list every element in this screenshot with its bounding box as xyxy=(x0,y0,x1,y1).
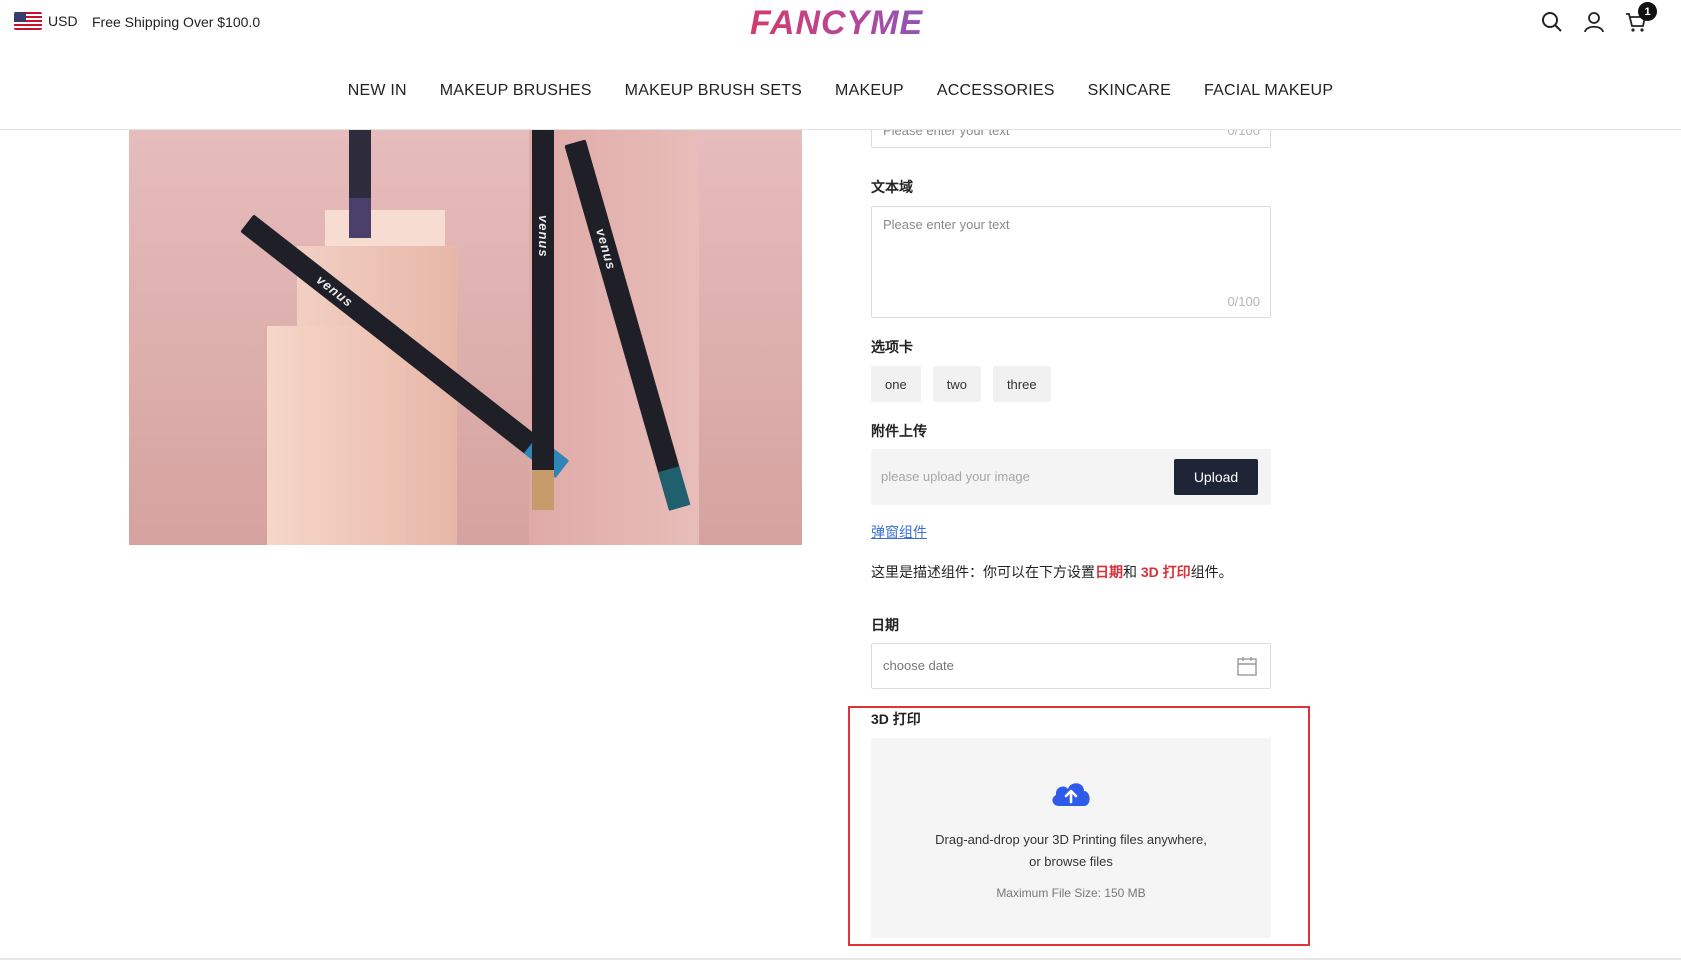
currency-label: USD xyxy=(48,13,78,29)
tabs-label: 选项卡 xyxy=(871,339,913,355)
search-icon[interactable] xyxy=(1540,10,1564,34)
pencil-cap xyxy=(349,198,371,238)
description-prefix: 这里是描述组件：你可以在下方设置 xyxy=(871,564,1095,580)
tab-two[interactable]: two xyxy=(932,366,981,402)
header-icons: 1 xyxy=(1540,2,1657,34)
date-placeholder: choose date xyxy=(883,658,954,673)
description-mid: 和 xyxy=(1123,564,1141,580)
pencil-cap xyxy=(532,470,554,510)
upload-label: 附件上传 xyxy=(871,423,927,439)
tab-one[interactable]: one xyxy=(871,366,921,402)
image-upload-field[interactable]: please upload your image Upload xyxy=(871,449,1271,505)
product-image[interactable]: venus venus venus xyxy=(129,130,802,545)
upload-placeholder: please upload your image xyxy=(881,469,1030,484)
main-nav: NEW IN MAKEUP BRUSHES MAKEUP BRUSH SETS … xyxy=(0,82,1681,100)
upload-button[interactable]: Upload xyxy=(1174,459,1258,495)
textarea-counter: 0/100 xyxy=(1227,294,1260,309)
pencil-brand-label: venus xyxy=(536,215,551,258)
nav-item-makeup-brush-sets[interactable]: MAKEUP BRUSH SETS xyxy=(625,82,802,100)
nav-item-new-in[interactable]: NEW IN xyxy=(348,82,407,100)
popup-component-link[interactable]: 弹窗组件 xyxy=(871,522,927,542)
nav-item-skincare[interactable]: SKINCARE xyxy=(1088,82,1171,100)
textarea-label: 文本域 xyxy=(871,179,913,195)
description-highlight-date: 日期 xyxy=(1095,564,1123,580)
description-suffix: 组件。 xyxy=(1190,564,1233,580)
option-tabs: one two three xyxy=(871,366,1051,402)
currency-selector[interactable]: USD xyxy=(14,12,78,30)
site-logo[interactable]: FANCYME xyxy=(750,4,923,43)
account-icon[interactable] xyxy=(1582,10,1606,34)
description-text: 这里是描述组件：你可以在下方设置日期和 3D 打印组件。 xyxy=(871,562,1233,582)
nav-item-facial-makeup[interactable]: FACIAL MAKEUP xyxy=(1204,82,1333,100)
us-flag-icon xyxy=(14,12,42,30)
date-label: 日期 xyxy=(871,617,899,633)
pencil-background xyxy=(349,130,371,238)
description-highlight-3d: 3D 打印 xyxy=(1140,564,1191,580)
nav-item-accessories[interactable]: ACCESSORIES xyxy=(937,82,1055,100)
pedestal-short xyxy=(267,326,407,545)
cart-icon[interactable]: 1 xyxy=(1624,2,1657,34)
nav-item-makeup[interactable]: MAKEUP xyxy=(835,82,904,100)
cart-count-badge: 1 xyxy=(1638,2,1657,21)
date-picker[interactable]: choose date xyxy=(871,643,1271,689)
textarea-placeholder: Please enter your text xyxy=(883,217,1010,232)
site-header: USD Free Shipping Over $100.0 FANCYME 1 … xyxy=(0,0,1681,130)
shipping-banner: Free Shipping Over $100.0 xyxy=(92,14,261,30)
tab-three[interactable]: three xyxy=(992,366,1051,402)
nav-item-makeup-brushes[interactable]: MAKEUP BRUSHES xyxy=(440,82,592,100)
highlight-frame xyxy=(848,706,1310,946)
calendar-icon[interactable] xyxy=(1236,655,1258,677)
pencil-vertical: venus xyxy=(532,130,554,510)
textarea-field[interactable]: Please enter your text 0/100 xyxy=(871,206,1271,318)
